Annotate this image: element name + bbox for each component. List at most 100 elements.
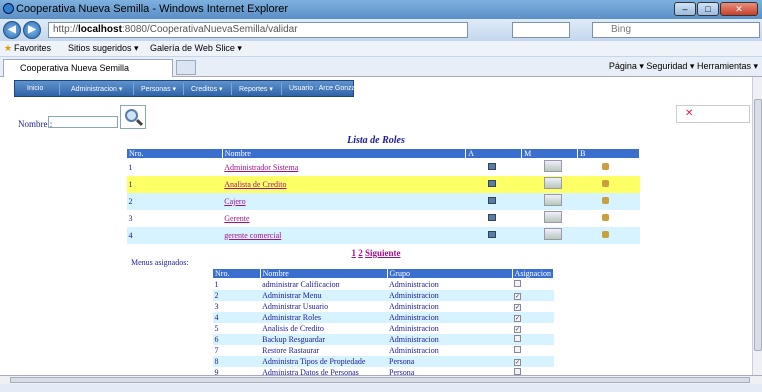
asignacion-checkbox[interactable] xyxy=(514,345,522,353)
window-titlebar: Cooperativa Nueva Semilla - Windows Inte… xyxy=(0,0,762,19)
menu-nro: 8 xyxy=(212,355,261,367)
close-panel-box[interactable]: ✕ xyxy=(676,105,750,123)
role-nro: 3 xyxy=(126,209,223,227)
modify-icon[interactable] xyxy=(543,211,562,223)
delete-icon[interactable] xyxy=(601,196,609,204)
menu-inicio[interactable]: Inicio xyxy=(27,85,43,92)
delete-icon[interactable] xyxy=(601,213,609,221)
menus-table: Nro. Nombre Grupo Asignacion 1 administra… xyxy=(212,268,555,375)
role-name-link[interactable]: Cajero xyxy=(224,197,245,206)
menu-personas[interactable]: Personas ▾ xyxy=(141,85,176,93)
menu-nombre: Administra Tipos de Propiedade xyxy=(260,355,387,367)
next-page-link[interactable]: Siguiente xyxy=(365,248,401,258)
menu-nro: 9 xyxy=(212,366,261,375)
menu-grupo: Persona xyxy=(387,366,513,375)
asignacion-checkbox[interactable] xyxy=(514,279,522,287)
modify-icon[interactable] xyxy=(543,177,562,189)
favorites-button[interactable]: Favorites xyxy=(14,43,51,53)
col-b: B xyxy=(577,148,640,159)
asignacion-checkbox[interactable]: ✓ xyxy=(514,325,522,333)
col-a: A xyxy=(465,148,523,159)
nombre-input[interactable] xyxy=(48,116,118,128)
asignacion-checkbox[interactable] xyxy=(514,367,522,375)
search-button[interactable] xyxy=(120,105,146,129)
asignacion-checkbox[interactable] xyxy=(514,334,522,342)
role-name-link[interactable]: Analista de Credito xyxy=(224,180,286,189)
close-button[interactable]: ✕ xyxy=(720,2,758,16)
menu-grupo: Persona xyxy=(387,355,513,367)
vertical-scrollbar[interactable] xyxy=(752,77,762,375)
delete-icon[interactable] xyxy=(601,230,609,238)
edit-icon[interactable] xyxy=(487,162,496,170)
tab-cooperativa[interactable]: Cooperativa Nueva Semilla xyxy=(3,59,173,77)
role-name-link[interactable]: Administrador Sistema xyxy=(224,163,298,172)
edit-icon[interactable] xyxy=(487,230,496,238)
search-input[interactable]: Bing xyxy=(592,22,760,38)
page-content: Inicio Administracion ▾ Personas ▾ Credi… xyxy=(0,77,752,375)
role-nro: 1 xyxy=(126,158,223,176)
menu-nro: 3 xyxy=(212,300,261,312)
col-grupo: Grupo xyxy=(386,268,513,279)
page-2-link[interactable]: 2 xyxy=(358,248,363,258)
menu-grupo: Administracion xyxy=(387,333,513,345)
asignacion-checkbox[interactable]: ✓ xyxy=(514,314,522,322)
window-title: Cooperativa Nueva Semilla - Windows Inte… xyxy=(16,3,289,15)
menu-nombre: Administrar Menu xyxy=(260,289,387,301)
role-name-link[interactable]: gerente comercial xyxy=(224,231,281,240)
command-bar[interactable]: Página ▾ Seguridad ▾ Herramientas ▾ xyxy=(609,61,758,72)
delete-icon[interactable] xyxy=(601,179,609,187)
star-icon: ★ xyxy=(4,43,13,53)
menu-usuario[interactable]: Usuario : Arce Gonzalez Ana xyxy=(289,85,379,92)
col-m: M xyxy=(521,148,579,159)
forward-button[interactable]: ▶ xyxy=(23,21,41,39)
asignacion-checkbox[interactable]: ✓ xyxy=(514,292,522,300)
edit-icon[interactable] xyxy=(487,196,496,204)
new-tab-button[interactable] xyxy=(176,60,196,75)
menu-row: 8 Administra Tipos de Propiedade Persona ✓ xyxy=(212,355,554,367)
menu-grupo: Administracion xyxy=(387,300,513,312)
edit-icon[interactable] xyxy=(487,179,496,187)
web-slice-gallery-link[interactable]: Galería de Web Slice ▾ xyxy=(150,43,242,54)
menu-nro: 2 xyxy=(212,289,261,301)
tab-bar: Cooperativa Nueva Semilla Página ▾ Segur… xyxy=(0,57,762,77)
menu-reportes[interactable]: Reportes ▾ xyxy=(239,85,273,93)
role-nro: 2 xyxy=(126,192,223,210)
col-nro: Nro. xyxy=(212,268,261,279)
horizontal-scrollbar[interactable] xyxy=(0,376,762,384)
edit-icon[interactable] xyxy=(487,213,496,221)
col-nombre: Nombre xyxy=(221,148,467,159)
page-1-link[interactable]: 1 xyxy=(351,248,356,258)
menu-row: 9 Administra Datos de Personas Persona xyxy=(212,366,554,375)
menu-row: 6 Backup Resguardar Administracion xyxy=(212,333,554,345)
menu-nombre: Backup Resguardar xyxy=(260,333,387,345)
role-row: 1 Administrador Sistema xyxy=(126,158,640,176)
refresh-stop-buttons[interactable] xyxy=(512,22,570,38)
maximize-button[interactable]: □ xyxy=(697,2,719,16)
role-name-link[interactable]: Gerente xyxy=(224,214,249,223)
menu-grupo: Administracion xyxy=(387,278,513,290)
asignacion-checkbox[interactable]: ✓ xyxy=(514,303,522,311)
menu-nro: 5 xyxy=(212,322,261,334)
menu-nombre: Analisis de Credito xyxy=(260,322,387,334)
modify-icon[interactable] xyxy=(543,160,562,173)
menu-row: 5 Analisis de Credito Administracion ✓ xyxy=(212,322,554,334)
menu-row: 4 Administrar Roles Administracion ✓ xyxy=(212,311,554,323)
modify-icon[interactable] xyxy=(543,228,562,240)
delete-icon[interactable] xyxy=(601,162,609,170)
menus-label: Menus asignados: xyxy=(131,258,189,267)
asignacion-checkbox[interactable]: ✓ xyxy=(514,358,522,366)
scroll-thumb[interactable] xyxy=(754,99,762,351)
minimize-button[interactable]: – xyxy=(674,2,696,16)
menu-row: 1 administrar Calificacion Administracion xyxy=(212,278,554,290)
menu-grupo: Administracion xyxy=(387,322,513,334)
url-input[interactable]: http://localhost:8080/CooperativaNuevaSe… xyxy=(48,22,468,38)
menu-grupo: Administracion xyxy=(387,289,513,301)
menu-nombre: Administra Datos de Personas xyxy=(260,366,387,375)
back-button[interactable]: ◀ xyxy=(3,21,21,39)
modify-icon[interactable] xyxy=(543,194,562,206)
menu-nro: 1 xyxy=(212,278,261,290)
menu-creditos[interactable]: Creditos ▾ xyxy=(191,85,223,93)
menu-administracion[interactable]: Administracion ▾ xyxy=(71,85,122,93)
close-icon[interactable]: ✕ xyxy=(685,108,693,119)
suggested-sites-link[interactable]: Sitios sugeridos ▾ xyxy=(68,43,139,54)
